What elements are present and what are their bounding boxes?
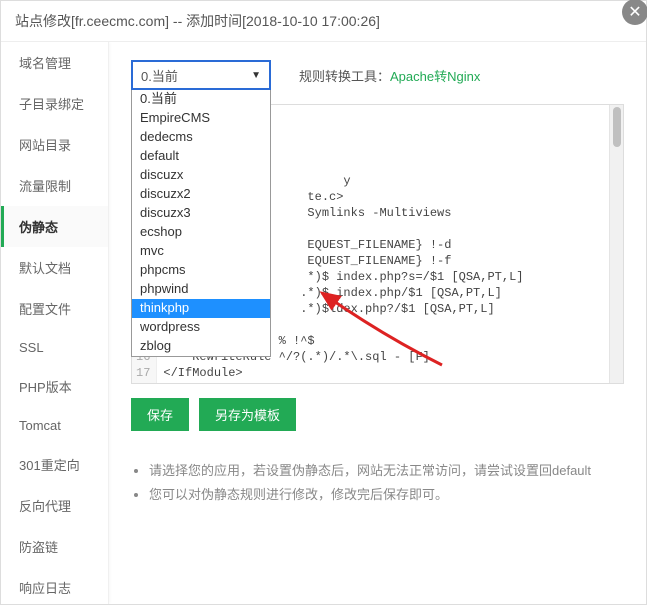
save-button[interactable]: 保存 [131, 398, 189, 431]
sidebar-item[interactable]: 配置文件 [1, 288, 108, 329]
dropdown-option[interactable]: mvc [132, 242, 270, 261]
sidebar-item[interactable]: 反向代理 [1, 485, 108, 526]
dropdown-option[interactable]: phpwind [132, 280, 270, 299]
editor-scrollbar[interactable] [609, 105, 623, 383]
dropdown-option[interactable]: default [132, 147, 270, 166]
dropdown-option[interactable]: 0.当前 [132, 90, 270, 109]
dropdown-option[interactable]: EmpireCMS [132, 109, 270, 128]
sidebar-item[interactable]: PHP版本 [1, 366, 108, 407]
dropdown-option[interactable]: dedecms [132, 128, 270, 147]
tip-item: 请选择您的应用，若设置伪静态后，网站无法正常访问，请尝试设置回default [149, 459, 624, 483]
dropdown-option[interactable]: wordpress [132, 318, 270, 337]
dropdown-option[interactable]: discuzx2 [132, 185, 270, 204]
sidebar-item[interactable]: 流量限制 [1, 165, 108, 206]
sidebar-item[interactable]: Tomcat [1, 407, 108, 444]
sidebar-item[interactable]: 网站目录 [1, 124, 108, 165]
apache-to-nginx-link[interactable]: Apache转Nginx [390, 69, 480, 84]
modal-title-text: 站点修改[fr.ceecmc.com] -- 添加时间[2018-10-10 1… [15, 13, 380, 29]
sidebar-item[interactable]: 默认文档 [1, 247, 108, 288]
dropdown-option[interactable]: phpcms [132, 261, 270, 280]
sidebar-item[interactable]: 响应日志 [1, 567, 108, 604]
template-dropdown: 0.当前EmpireCMSdedecmsdefaultdiscuzxdiscuz… [131, 90, 271, 357]
modal-titlebar: 站点修改[fr.ceecmc.com] -- 添加时间[2018-10-10 1… [1, 1, 646, 42]
sidebar-item[interactable]: 伪静态 [1, 206, 108, 247]
dropdown-option[interactable]: ecshop [132, 223, 270, 242]
sidebar-item[interactable]: 子目录绑定 [1, 83, 108, 124]
sidebar: 域名管理子目录绑定网站目录流量限制伪静态默认文档配置文件SSLPHP版本Tomc… [1, 42, 109, 604]
chevron-down-icon: ▼ [251, 70, 261, 81]
dropdown-option[interactable]: discuzx [132, 166, 270, 185]
sidebar-item[interactable]: 防盗链 [1, 526, 108, 567]
main-panel: 0.当前 ▼ 0.当前EmpireCMSdedecmsdefaultdiscuz… [109, 42, 646, 604]
save-as-template-button[interactable]: 另存为模板 [199, 398, 296, 431]
rule-tool-label: 规则转换工具：Apache转Nginx [299, 66, 480, 85]
sidebar-item[interactable]: 301重定向 [1, 444, 108, 485]
sidebar-item[interactable]: SSL [1, 329, 108, 366]
close-button[interactable]: ✕ [622, 0, 647, 25]
tips-list: 请选择您的应用，若设置伪静态后，网站无法正常访问，请尝试设置回default 您… [131, 459, 624, 507]
dropdown-option[interactable]: thinkphp [132, 299, 270, 318]
template-select[interactable]: 0.当前 ▼ [131, 60, 271, 90]
editor-scroll-thumb[interactable] [613, 107, 621, 147]
sidebar-item[interactable]: 域名管理 [1, 42, 108, 83]
dropdown-option[interactable]: zblog [132, 337, 270, 356]
dropdown-option[interactable]: discuzx3 [132, 204, 270, 223]
template-select-value: 0.当前 [141, 66, 178, 85]
tip-item: 您可以对伪静态规则进行修改，修改完后保存即可。 [149, 483, 624, 507]
